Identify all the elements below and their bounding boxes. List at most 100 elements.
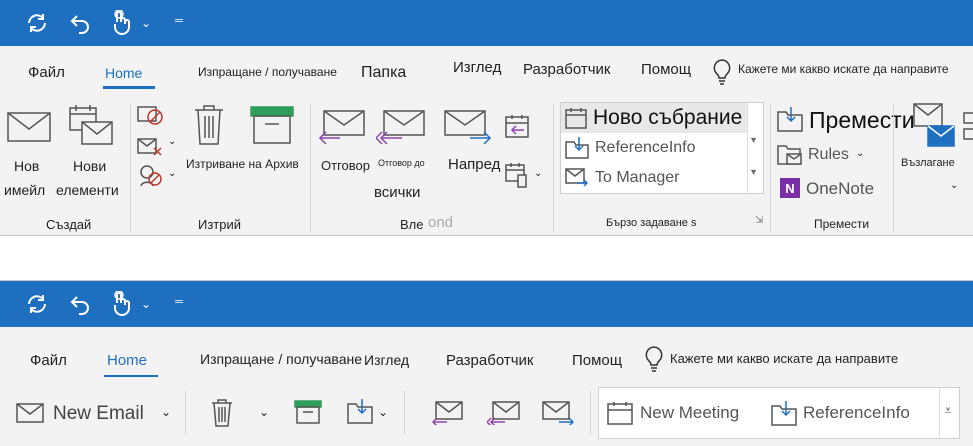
separator bbox=[553, 104, 554, 232]
customize-qat-icon[interactable]: ═ bbox=[172, 12, 186, 30]
tab-developer[interactable]: Разработчик bbox=[446, 352, 533, 369]
ribbon-commands: Нов имейл Нови елементи Създай ⌄ ⌄ Изтри… bbox=[0, 98, 973, 235]
customize-qat-icon[interactable]: ═ bbox=[172, 293, 186, 311]
quick-step-referenceinfo[interactable]: ReferenceInfo bbox=[771, 388, 939, 438]
move-icon[interactable] bbox=[777, 106, 803, 137]
tell-me-search[interactable]: Кажете ми какво искате да направите bbox=[738, 62, 949, 76]
new-email-label-1[interactable]: Нов bbox=[14, 158, 39, 174]
new-items-icon bbox=[68, 104, 114, 153]
lightbulb-icon bbox=[711, 58, 733, 91]
forward-icon[interactable] bbox=[444, 110, 492, 149]
junk-icon[interactable] bbox=[137, 164, 165, 193]
new-items-label-1[interactable]: Нови bbox=[73, 158, 106, 174]
new-items-label-2[interactable]: елементи bbox=[56, 182, 119, 198]
gallery-scrollbar[interactable]: ▾ ▾ bbox=[747, 103, 764, 193]
delete-icon[interactable] bbox=[193, 104, 225, 151]
gallery-more-icon[interactable]: ⩡ bbox=[944, 402, 952, 419]
gallery-scrollbar[interactable]: ⩡ bbox=[939, 388, 959, 438]
dialog-launcher-icon[interactable]: ⇲ bbox=[755, 215, 763, 226]
ignore-icon[interactable] bbox=[137, 104, 165, 131]
tab-home[interactable]: Home bbox=[105, 65, 142, 81]
group-quick-steps-label: Бързо задаване s bbox=[606, 217, 697, 229]
tab-developer[interactable]: Разработчик bbox=[523, 61, 610, 78]
sync-icon[interactable] bbox=[24, 291, 50, 317]
undo-icon[interactable] bbox=[67, 291, 93, 317]
forward-mail-icon bbox=[565, 168, 589, 187]
move-icon[interactable] bbox=[347, 398, 375, 429]
sync-icon[interactable] bbox=[24, 10, 50, 36]
onenote-icon[interactable]: N bbox=[778, 176, 802, 205]
chevron-down-icon[interactable]: ⌄ bbox=[950, 180, 958, 191]
chevron-down-icon[interactable]: ⌄ bbox=[139, 295, 153, 313]
bottom-ribbon-frame: ⌄ ═ Файл Home Изпращане / получаване Изг… bbox=[0, 280, 973, 446]
new-email-icon bbox=[16, 403, 44, 428]
reply-all-label[interactable]: всички bbox=[374, 184, 420, 201]
quick-step-new-meeting[interactable]: Ново събрание bbox=[561, 103, 747, 133]
rules-label[interactable]: Rules bbox=[808, 146, 849, 164]
reply-icon[interactable] bbox=[318, 110, 366, 149]
reply-label[interactable]: Отговор bbox=[321, 158, 370, 173]
quick-step-new-meeting-label: New Meeting bbox=[640, 403, 740, 422]
chevron-down-icon[interactable]: ⌄ bbox=[168, 136, 176, 147]
tab-folder[interactable]: Папка bbox=[361, 64, 406, 82]
calendar-icon bbox=[607, 402, 633, 425]
tab-home[interactable]: Home bbox=[107, 352, 147, 369]
quick-step-new-meeting[interactable]: New Meeting bbox=[599, 388, 765, 438]
gallery-more-icon[interactable]: ▾ bbox=[751, 167, 756, 178]
calendar-icon bbox=[565, 108, 587, 129]
new-email-label-2[interactable]: имейл bbox=[4, 182, 45, 198]
rules-icon[interactable] bbox=[777, 142, 803, 171]
tab-send-receive[interactable]: Изпращане / получаване bbox=[198, 65, 337, 79]
chevron-down-icon[interactable]: ⌄ bbox=[534, 168, 542, 179]
chevron-down-icon[interactable]: ⌄ bbox=[161, 405, 171, 419]
quick-step-referenceinfo-label: ReferenceInfo bbox=[595, 139, 696, 156]
reply-icon[interactable] bbox=[431, 401, 464, 430]
tab-view[interactable]: Изглед bbox=[364, 352, 409, 368]
delete-archive-label[interactable]: Изтриване на Архив bbox=[186, 157, 299, 171]
tab-view[interactable]: Изглед bbox=[453, 59, 501, 76]
tab-file[interactable]: Файл bbox=[28, 64, 65, 81]
assign-policy-icon[interactable] bbox=[910, 102, 956, 161]
archive-icon[interactable] bbox=[250, 106, 294, 149]
reply-all-icon[interactable] bbox=[374, 110, 426, 149]
ribbon-tabs: Файл Home Изпращане / получаване Папка И… bbox=[0, 46, 973, 98]
quick-step-to-manager[interactable]: To Manager bbox=[561, 163, 747, 193]
new-email-button[interactable]: New Email bbox=[53, 403, 144, 425]
new-email-icon bbox=[7, 112, 51, 147]
reply-all-icon[interactable] bbox=[485, 401, 521, 430]
tags-icon[interactable] bbox=[963, 112, 973, 147]
quick-step-referenceinfo[interactable]: ReferenceInfo bbox=[561, 133, 747, 163]
tell-me-search[interactable]: Кажете ми какво искате да направите bbox=[670, 351, 898, 366]
more-respond-icon[interactable] bbox=[504, 162, 530, 193]
forward-label[interactable]: Напред bbox=[448, 156, 500, 173]
move-label[interactable]: Премести bbox=[809, 107, 915, 134]
archive-icon[interactable] bbox=[294, 400, 322, 429]
onenote-label[interactable]: OneNote bbox=[806, 179, 874, 199]
separator bbox=[893, 104, 894, 232]
quick-step-to-manager-label: To Manager bbox=[595, 169, 680, 186]
tab-file[interactable]: Файл bbox=[30, 352, 67, 369]
undo-icon[interactable] bbox=[67, 10, 93, 36]
chevron-down-icon[interactable]: ⌄ bbox=[259, 405, 269, 419]
group-create-label: Създай bbox=[46, 217, 92, 232]
separator bbox=[770, 104, 771, 232]
chevron-down-icon[interactable]: ⌄ bbox=[856, 148, 864, 159]
chevron-down-icon[interactable]: ⌄ bbox=[139, 14, 153, 32]
cleanup-icon[interactable] bbox=[137, 136, 165, 163]
top-ribbon-frame: ⌄ ═ Файл Home Изпращане / получаване Пап… bbox=[0, 0, 973, 236]
reply-all-label-small[interactable]: Отговор до bbox=[378, 158, 425, 168]
meeting-reply-icon[interactable] bbox=[504, 114, 530, 143]
forward-icon[interactable] bbox=[542, 401, 575, 430]
chevron-down-icon[interactable]: ⌄ bbox=[378, 405, 388, 419]
ribbon-commands: New Email ⌄ ⌄ ⌄ New Meeting ReferenceInf… bbox=[0, 377, 973, 446]
chevron-down-icon[interactable]: ⌄ bbox=[168, 168, 176, 179]
assign-label[interactable]: Възлагане bbox=[901, 157, 955, 169]
touch-mode-icon[interactable] bbox=[107, 9, 133, 37]
scroll-down-icon[interactable]: ▾ bbox=[751, 135, 756, 146]
tab-send-receive[interactable]: Изпращане / получаване bbox=[200, 351, 362, 367]
delete-icon[interactable] bbox=[211, 399, 233, 432]
touch-mode-icon[interactable] bbox=[107, 290, 133, 318]
tab-help[interactable]: Помощ bbox=[572, 352, 622, 369]
move-to-folder-icon bbox=[565, 137, 589, 159]
tab-help[interactable]: Помощ bbox=[641, 61, 691, 78]
